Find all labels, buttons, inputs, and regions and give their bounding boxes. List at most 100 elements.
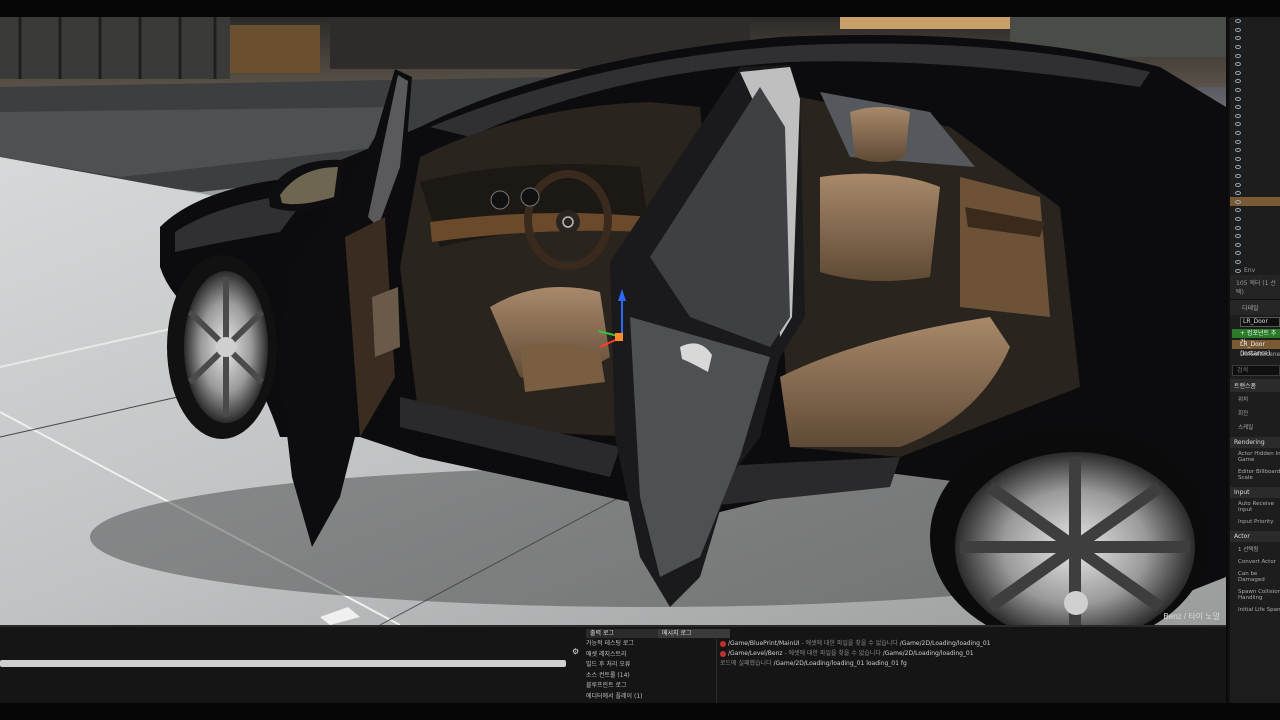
outliner-row[interactable] [1230, 69, 1280, 78]
log-category[interactable]: 블루프린트 로그 [584, 681, 718, 692]
outliner-row[interactable] [1230, 86, 1280, 95]
outliner-row[interactable] [1230, 60, 1280, 69]
outliner-row[interactable] [1230, 180, 1280, 189]
settings-icon[interactable]: ⚙ [572, 647, 579, 656]
visibility-eye-icon[interactable] [1235, 156, 1241, 161]
outliner-row[interactable] [1230, 258, 1280, 267]
actor-name-field[interactable]: LR_Door [1240, 316, 1280, 327]
prop-actor-hidden: Actor Hidden In Game [1238, 450, 1280, 463]
visibility-eye-icon[interactable] [1235, 191, 1241, 196]
right-panel: Env 105 액터 (1 선택) 디테일 LR_Door + 컴포넌트 추가 … [1228, 17, 1280, 703]
visibility-eye-icon[interactable] [1235, 251, 1241, 256]
sequencer-scrollbar[interactable] [0, 660, 566, 667]
tab-message-log[interactable]: 메시지 로그 [658, 629, 730, 638]
prop-rotation: 회전 [1238, 410, 1249, 417]
visibility-eye-icon[interactable] [1235, 259, 1241, 264]
level-viewport[interactable]: Benz / 타이 노멀 [0, 17, 1226, 625]
viewport-scene [0, 17, 1226, 625]
visibility-eye-icon[interactable] [1235, 242, 1241, 247]
visibility-eye-icon[interactable] [1235, 53, 1241, 58]
visibility-eye-icon[interactable] [1235, 36, 1241, 41]
log-category[interactable]: 애셋 레지스트리 [584, 650, 718, 661]
visibility-eye-icon[interactable] [1235, 122, 1241, 127]
front-wheel [167, 255, 277, 439]
visibility-eye-icon[interactable] [1235, 165, 1241, 170]
outliner-row[interactable] [1230, 172, 1280, 181]
visibility-eye-icon[interactable] [1235, 45, 1241, 50]
outliner-row[interactable] [1230, 94, 1280, 103]
error-icon [720, 640, 726, 647]
outliner-row[interactable] [1230, 120, 1280, 129]
outliner-row-label: Env [1244, 267, 1256, 275]
outliner-row[interactable] [1230, 17, 1280, 26]
outliner-row[interactable] [1230, 129, 1280, 138]
section-transform[interactable]: 트랜스폼 [1230, 378, 1280, 392]
details-tab[interactable]: 디테일 [1230, 299, 1280, 315]
log-category[interactable]: 가능적 테스팅 로그 [584, 639, 718, 650]
visibility-eye-icon[interactable] [1235, 199, 1241, 204]
section-actor[interactable]: Actor [1230, 530, 1280, 542]
outliner-row[interactable] [1230, 155, 1280, 164]
visibility-eye-icon[interactable] [1235, 216, 1241, 221]
log-message[interactable]: /Game/BluePrint/MainUI - 에셋에 대한 파일을 찾을 수… [717, 639, 1225, 649]
visibility-eye-icon[interactable] [1235, 139, 1241, 144]
visibility-eye-icon[interactable] [1235, 268, 1241, 273]
outliner-row[interactable] [1230, 77, 1280, 86]
prop-auto-receive-input: Auto Receive Input [1238, 500, 1275, 513]
outliner-row[interactable] [1230, 163, 1280, 172]
visibility-eye-icon[interactable] [1235, 148, 1241, 153]
outliner-row[interactable] [1230, 137, 1280, 146]
visibility-eye-icon[interactable] [1235, 131, 1241, 136]
outliner-row[interactable] [1230, 223, 1280, 232]
outliner-row[interactable] [1230, 51, 1280, 60]
log-category[interactable]: 빌드 후 처리 오류 [584, 660, 718, 671]
outliner-row[interactable] [1230, 26, 1280, 35]
outliner-row[interactable] [1230, 215, 1280, 224]
outliner-row[interactable] [1230, 43, 1280, 52]
add-component-button[interactable]: + 컴포넌트 추가 [1232, 328, 1280, 346]
outliner-row[interactable] [1230, 189, 1280, 198]
visibility-eye-icon[interactable] [1235, 113, 1241, 118]
section-rendering[interactable]: Rendering [1230, 436, 1280, 448]
component-root[interactable]: DefaultSceneRoot [1232, 350, 1280, 359]
error-icon [720, 650, 726, 657]
prop-selected-count: 1 선택됨 [1238, 546, 1259, 553]
outliner-row[interactable] [1230, 197, 1280, 207]
visibility-eye-icon[interactable] [1235, 19, 1241, 24]
tab-output-log[interactable]: 출력 로그 [586, 629, 658, 638]
visibility-eye-icon[interactable] [1235, 182, 1241, 187]
outliner-row[interactable] [1230, 103, 1280, 112]
top-band [0, 0, 1280, 17]
prop-spawn-collision: Spawn Collision Handling [1238, 588, 1280, 601]
outliner-row[interactable] [1230, 240, 1280, 249]
outliner-row[interactable]: Env [1230, 266, 1280, 275]
outliner-row[interactable] [1230, 34, 1280, 43]
visibility-eye-icon[interactable] [1235, 208, 1241, 213]
log-message[interactable]: 로드에 실패했습니다 /Game/2D/Loading/loading_01 l… [717, 659, 1225, 669]
visibility-eye-icon[interactable] [1235, 173, 1241, 178]
outliner-row[interactable] [1230, 249, 1280, 258]
visibility-eye-icon[interactable] [1235, 79, 1241, 84]
visibility-eye-icon[interactable] [1235, 234, 1241, 239]
visibility-eye-icon[interactable] [1235, 27, 1241, 32]
log-message[interactable]: /Game/Level/Benz - 에셋에 대한 파일을 찾을 수 없습니다 … [717, 649, 1225, 659]
visibility-eye-icon[interactable] [1235, 96, 1241, 101]
log-category[interactable]: 에디터에서 플레이 (1) [584, 692, 718, 703]
outliner-row[interactable] [1230, 206, 1280, 215]
outliner-row[interactable] [1230, 146, 1280, 155]
component-selected[interactable]: LR_Door (Instance) [1232, 339, 1280, 357]
outliner-row[interactable] [1230, 112, 1280, 121]
bottom-panel: ⌕ ⚙ 출력 로그 메시지 로그 가능적 테스팅 로그 애셋 레지스트리 빌드 … [0, 625, 1226, 705]
details-search-input[interactable]: 검색 [1232, 364, 1280, 376]
world-outliner[interactable]: Env [1230, 17, 1280, 275]
search-icon[interactable]: ⌕ [560, 659, 564, 669]
visibility-eye-icon[interactable] [1235, 62, 1241, 67]
log-category[interactable]: 소스 컨트롤 (14) [584, 671, 718, 682]
visibility-eye-icon[interactable] [1235, 88, 1241, 93]
visibility-eye-icon[interactable] [1235, 70, 1241, 75]
visibility-eye-icon[interactable] [1235, 105, 1241, 110]
outliner-row[interactable] [1230, 232, 1280, 241]
section-input[interactable]: Input [1230, 486, 1280, 498]
visibility-eye-icon[interactable] [1235, 225, 1241, 230]
prop-initial-life-span: Initial Life Span [1238, 606, 1280, 613]
